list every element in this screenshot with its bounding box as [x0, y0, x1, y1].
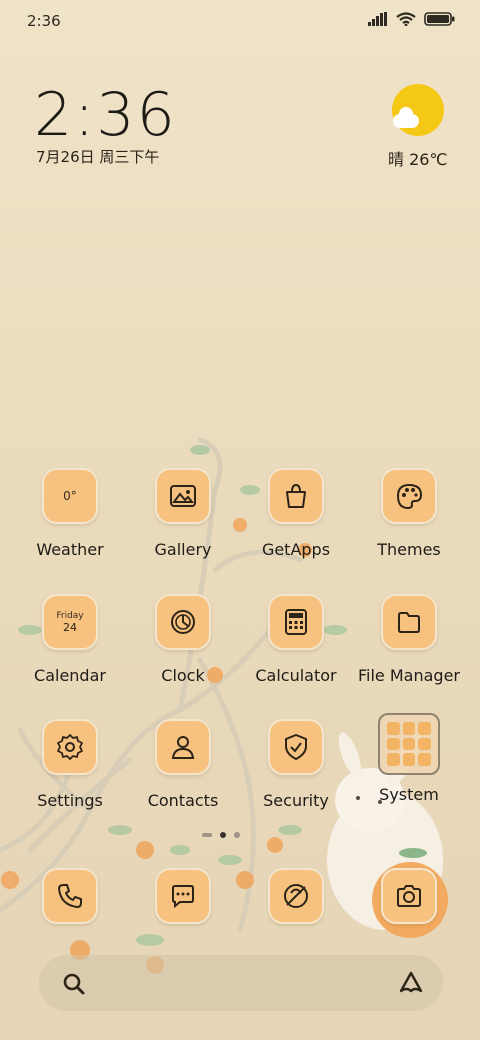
status-bar: 2:36	[0, 0, 480, 44]
page-indicator[interactable]	[202, 832, 240, 838]
app-calculator[interactable]: Calculator	[241, 594, 351, 685]
palette-icon[interactable]	[381, 468, 437, 524]
app-contacts[interactable]: Contacts	[128, 719, 238, 810]
gallery-icon[interactable]	[155, 468, 211, 524]
app-label: System	[379, 785, 439, 804]
app-label: Gallery	[154, 540, 212, 559]
app-gallery[interactable]: Gallery	[128, 468, 238, 559]
app-label: Contacts	[147, 791, 219, 810]
folder-icon[interactable]	[381, 594, 437, 650]
clock-icon[interactable]	[155, 594, 211, 650]
app-getapps[interactable]: GetApps	[241, 468, 351, 559]
app-weather[interactable]: 0° Weather	[15, 468, 125, 559]
app-label: Security	[263, 791, 329, 810]
app-security[interactable]: Security	[241, 719, 351, 810]
shield-icon[interactable]	[268, 719, 324, 775]
page-dot	[202, 833, 212, 837]
dock-phone[interactable]	[15, 868, 125, 924]
clock-widget-time[interactable]: 2:36	[34, 80, 177, 150]
calculator-icon[interactable]	[268, 594, 324, 650]
wifi-icon	[396, 12, 416, 26]
cloud-icon	[393, 107, 419, 128]
app-file-manager[interactable]: File Manager	[354, 594, 464, 685]
assistant-icon[interactable]	[397, 969, 425, 997]
messages-icon[interactable]	[155, 868, 211, 924]
camera-icon[interactable]	[381, 868, 437, 924]
app-label: Calculator	[255, 666, 337, 685]
signal-icon	[368, 12, 387, 26]
calendar-icon[interactable]: Friday 24	[42, 594, 98, 650]
dock-messages[interactable]	[128, 868, 238, 924]
app-clock[interactable]: Clock	[128, 594, 238, 685]
page-dot	[234, 832, 240, 838]
status-time: 2:36	[27, 12, 61, 30]
app-folder-system[interactable]: System	[354, 713, 464, 804]
weather-widget-text: 晴 26℃	[388, 150, 448, 169]
app-calendar[interactable]: Friday 24 Calendar	[15, 594, 125, 685]
folder-preview[interactable]	[378, 713, 440, 775]
app-label: Clock	[161, 666, 205, 685]
app-label: Settings	[37, 791, 103, 810]
app-settings[interactable]: Settings	[15, 719, 125, 810]
browser-icon[interactable]	[268, 868, 324, 924]
search-icon	[63, 973, 85, 995]
page-dot-active	[220, 832, 226, 838]
shopping-bag-icon[interactable]	[268, 468, 324, 524]
gear-icon[interactable]	[42, 719, 98, 775]
app-label: File Manager	[358, 666, 460, 685]
battery-icon	[424, 12, 455, 26]
clock-widget-date: 7月26日 周三下午	[36, 148, 160, 166]
search-bar[interactable]	[39, 955, 443, 1011]
app-label: GetApps	[261, 540, 331, 559]
app-themes[interactable]: Themes	[354, 468, 464, 559]
app-label: Weather	[36, 540, 104, 559]
app-label: Calendar	[34, 666, 106, 685]
app-label: Themes	[377, 540, 441, 559]
dock-browser[interactable]	[241, 868, 351, 924]
person-icon[interactable]	[155, 719, 211, 775]
dock-camera[interactable]	[354, 868, 464, 924]
weather-app-icon[interactable]: 0°	[42, 468, 98, 524]
phone-icon[interactable]	[42, 868, 98, 924]
